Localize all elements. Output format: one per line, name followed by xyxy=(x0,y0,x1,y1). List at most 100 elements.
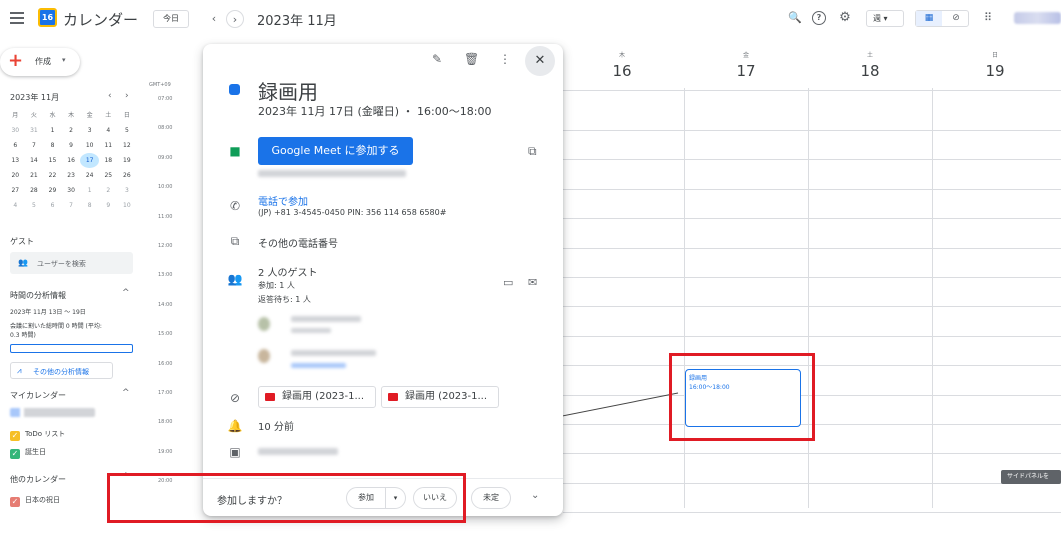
checkbox-icon[interactable]: ✓ xyxy=(10,497,20,507)
attachment-chip[interactable]: 録画用 (2023-1... xyxy=(381,386,499,408)
checkbox-icon[interactable]: ✓ xyxy=(10,449,20,459)
mini-calendar-day[interactable]: 21 xyxy=(25,168,44,183)
mini-calendar-day[interactable]: 17 xyxy=(80,153,99,168)
mini-calendar-day[interactable]: 15 xyxy=(43,153,62,168)
day-of-week: 土 xyxy=(866,52,873,59)
mini-calendar-day[interactable]: 1 xyxy=(80,183,99,198)
mini-calendar-day[interactable]: 7 xyxy=(62,198,81,213)
mini-calendar-day[interactable]: 3 xyxy=(80,123,99,138)
mini-calendar-next-button[interactable]: › xyxy=(125,91,129,101)
today-button[interactable]: 今日 xyxy=(153,10,189,28)
trash-icon[interactable]: 🗑 xyxy=(464,52,479,66)
copy-icon[interactable]: ⧉ xyxy=(528,144,537,159)
help-icon[interactable]: ? xyxy=(812,11,826,25)
day-number[interactable]: 19 xyxy=(975,62,1015,80)
mini-calendar-day[interactable]: 2 xyxy=(62,123,81,138)
event-title: 録画用 xyxy=(258,80,318,104)
checkbox-icon[interactable]: ✓ xyxy=(10,431,20,441)
guests-icon: 👥 xyxy=(227,272,243,286)
day-number[interactable]: 17 xyxy=(726,62,766,80)
next-period-button[interactable]: › xyxy=(226,10,244,28)
mini-calendar-day[interactable]: 28 xyxy=(25,183,44,198)
mini-calendar-day[interactable]: 22 xyxy=(43,168,62,183)
mini-calendar-day[interactable]: 10 xyxy=(118,198,137,213)
meet-link[interactable] xyxy=(258,170,406,177)
create-button[interactable]: + 作成 ▾ xyxy=(0,48,80,76)
mini-calendar-day[interactable]: 27 xyxy=(6,183,25,198)
mini-calendar-day[interactable]: 9 xyxy=(62,138,81,153)
calendar-logo: 16 xyxy=(38,8,57,27)
mini-calendar-day[interactable]: 4 xyxy=(6,198,25,213)
rsvp-maybe-button[interactable]: 未定 xyxy=(471,487,511,509)
mini-calendar-prev-button[interactable]: ‹ xyxy=(108,91,112,101)
mini-calendar-day[interactable]: 26 xyxy=(118,168,137,183)
gear-icon[interactable]: ⚙ xyxy=(838,11,852,25)
calendar-item-birthdays[interactable]: ✓ 誕生日 xyxy=(10,447,46,459)
mini-calendar-day[interactable]: 25 xyxy=(99,168,118,183)
join-by-phone-link[interactable]: 電話で参加 xyxy=(258,193,308,208)
mini-calendar-day[interactable]: 3 xyxy=(118,183,137,198)
search-icon[interactable]: 🔍 xyxy=(788,11,802,25)
mini-calendar-day[interactable]: 5 xyxy=(25,198,44,213)
mini-calendar-day[interactable]: 10 xyxy=(80,138,99,153)
chevron-up-icon[interactable]: ^ xyxy=(122,388,130,398)
create-label: 作成 xyxy=(35,57,51,66)
calendar-item-holidays[interactable]: ✓ 日本の祝日 xyxy=(10,495,60,507)
edit-icon[interactable]: ✎ xyxy=(432,52,442,66)
main-menu-icon[interactable] xyxy=(10,12,24,24)
mini-calendar-day[interactable]: 31 xyxy=(25,123,44,138)
mini-calendar-day[interactable]: 24 xyxy=(80,168,99,183)
mini-calendar-day[interactable]: 1 xyxy=(43,123,62,138)
day-number[interactable]: 16 xyxy=(602,62,642,80)
insights-summary-avg: 0.3 時間) xyxy=(10,332,36,339)
mini-calendar-day[interactable]: 7 xyxy=(25,138,44,153)
attachment-chip[interactable]: 録画用 (2023-1... xyxy=(258,386,376,408)
bell-icon: 🔔 xyxy=(227,419,243,433)
time-label: 10:00 xyxy=(158,184,173,191)
calendar-view-icon[interactable]: ▦ xyxy=(916,11,942,26)
calendar-item-label: 誕生日 xyxy=(25,448,46,456)
view-select[interactable]: 週 ▾ xyxy=(866,10,904,27)
calendar-item-todo[interactable]: ✓ ToDo リスト xyxy=(10,429,65,441)
join-meet-button[interactable]: Google Meet に参加する xyxy=(258,137,413,165)
mini-calendar-day[interactable]: 14 xyxy=(25,153,44,168)
mini-calendar-day[interactable]: 29 xyxy=(43,183,62,198)
weekday-label: 木 xyxy=(68,112,75,119)
prev-period-button[interactable]: ‹ xyxy=(205,10,223,28)
chevron-down-icon[interactable]: ⌄ xyxy=(531,490,539,501)
user-search-input[interactable]: 👥 ユーザーを検索 xyxy=(10,252,133,274)
mini-calendar-day[interactable]: 23 xyxy=(62,168,81,183)
attachment-name: 録画用 (2023-1... xyxy=(282,391,365,402)
mini-calendar-day[interactable]: 4 xyxy=(99,123,118,138)
more-vert-icon[interactable]: ⋮ xyxy=(499,52,511,66)
mini-calendar-day[interactable]: 18 xyxy=(99,153,118,168)
mini-calendar-day[interactable]: 13 xyxy=(6,153,25,168)
tasks-view-icon[interactable]: ⊘ xyxy=(944,11,968,26)
mail-icon[interactable]: ✉ xyxy=(528,276,537,289)
view-toggle[interactable]: ▦ ⊘ xyxy=(915,10,969,27)
other-phones-link[interactable]: その他の電話番号 xyxy=(258,235,338,250)
chat-icon[interactable]: ▭ xyxy=(503,276,513,289)
mini-calendar-day[interactable]: 5 xyxy=(118,123,137,138)
mini-calendar-day[interactable]: 19 xyxy=(118,153,137,168)
mini-calendar-day[interactable]: 2 xyxy=(99,183,118,198)
mini-calendar-day[interactable]: 20 xyxy=(6,168,25,183)
mini-calendar-day[interactable]: 6 xyxy=(43,198,62,213)
mini-calendar-day[interactable]: 16 xyxy=(62,153,81,168)
mini-calendar-day[interactable]: 11 xyxy=(99,138,118,153)
mini-calendar-day[interactable]: 6 xyxy=(6,138,25,153)
more-insights-button[interactable]: ⩘ その他の分析情報 xyxy=(10,362,113,379)
mini-calendar-day[interactable]: 8 xyxy=(80,198,99,213)
account-avatar[interactable] xyxy=(1014,12,1061,24)
mini-calendar-day[interactable]: 12 xyxy=(118,138,137,153)
time-label: 17:00 xyxy=(158,390,173,396)
close-icon[interactable]: ✕ xyxy=(525,46,555,76)
mini-calendar-day[interactable]: 30 xyxy=(62,183,81,198)
chevron-up-icon[interactable]: ^ xyxy=(122,288,130,298)
day-number[interactable]: 18 xyxy=(850,62,890,80)
mini-calendar-day[interactable]: 30 xyxy=(6,123,25,138)
mini-calendar-day[interactable]: 9 xyxy=(99,198,118,213)
calendar-item-user[interactable] xyxy=(10,408,95,417)
apps-grid-icon[interactable]: ⠿ xyxy=(984,11,992,24)
mini-calendar-day[interactable]: 8 xyxy=(43,138,62,153)
